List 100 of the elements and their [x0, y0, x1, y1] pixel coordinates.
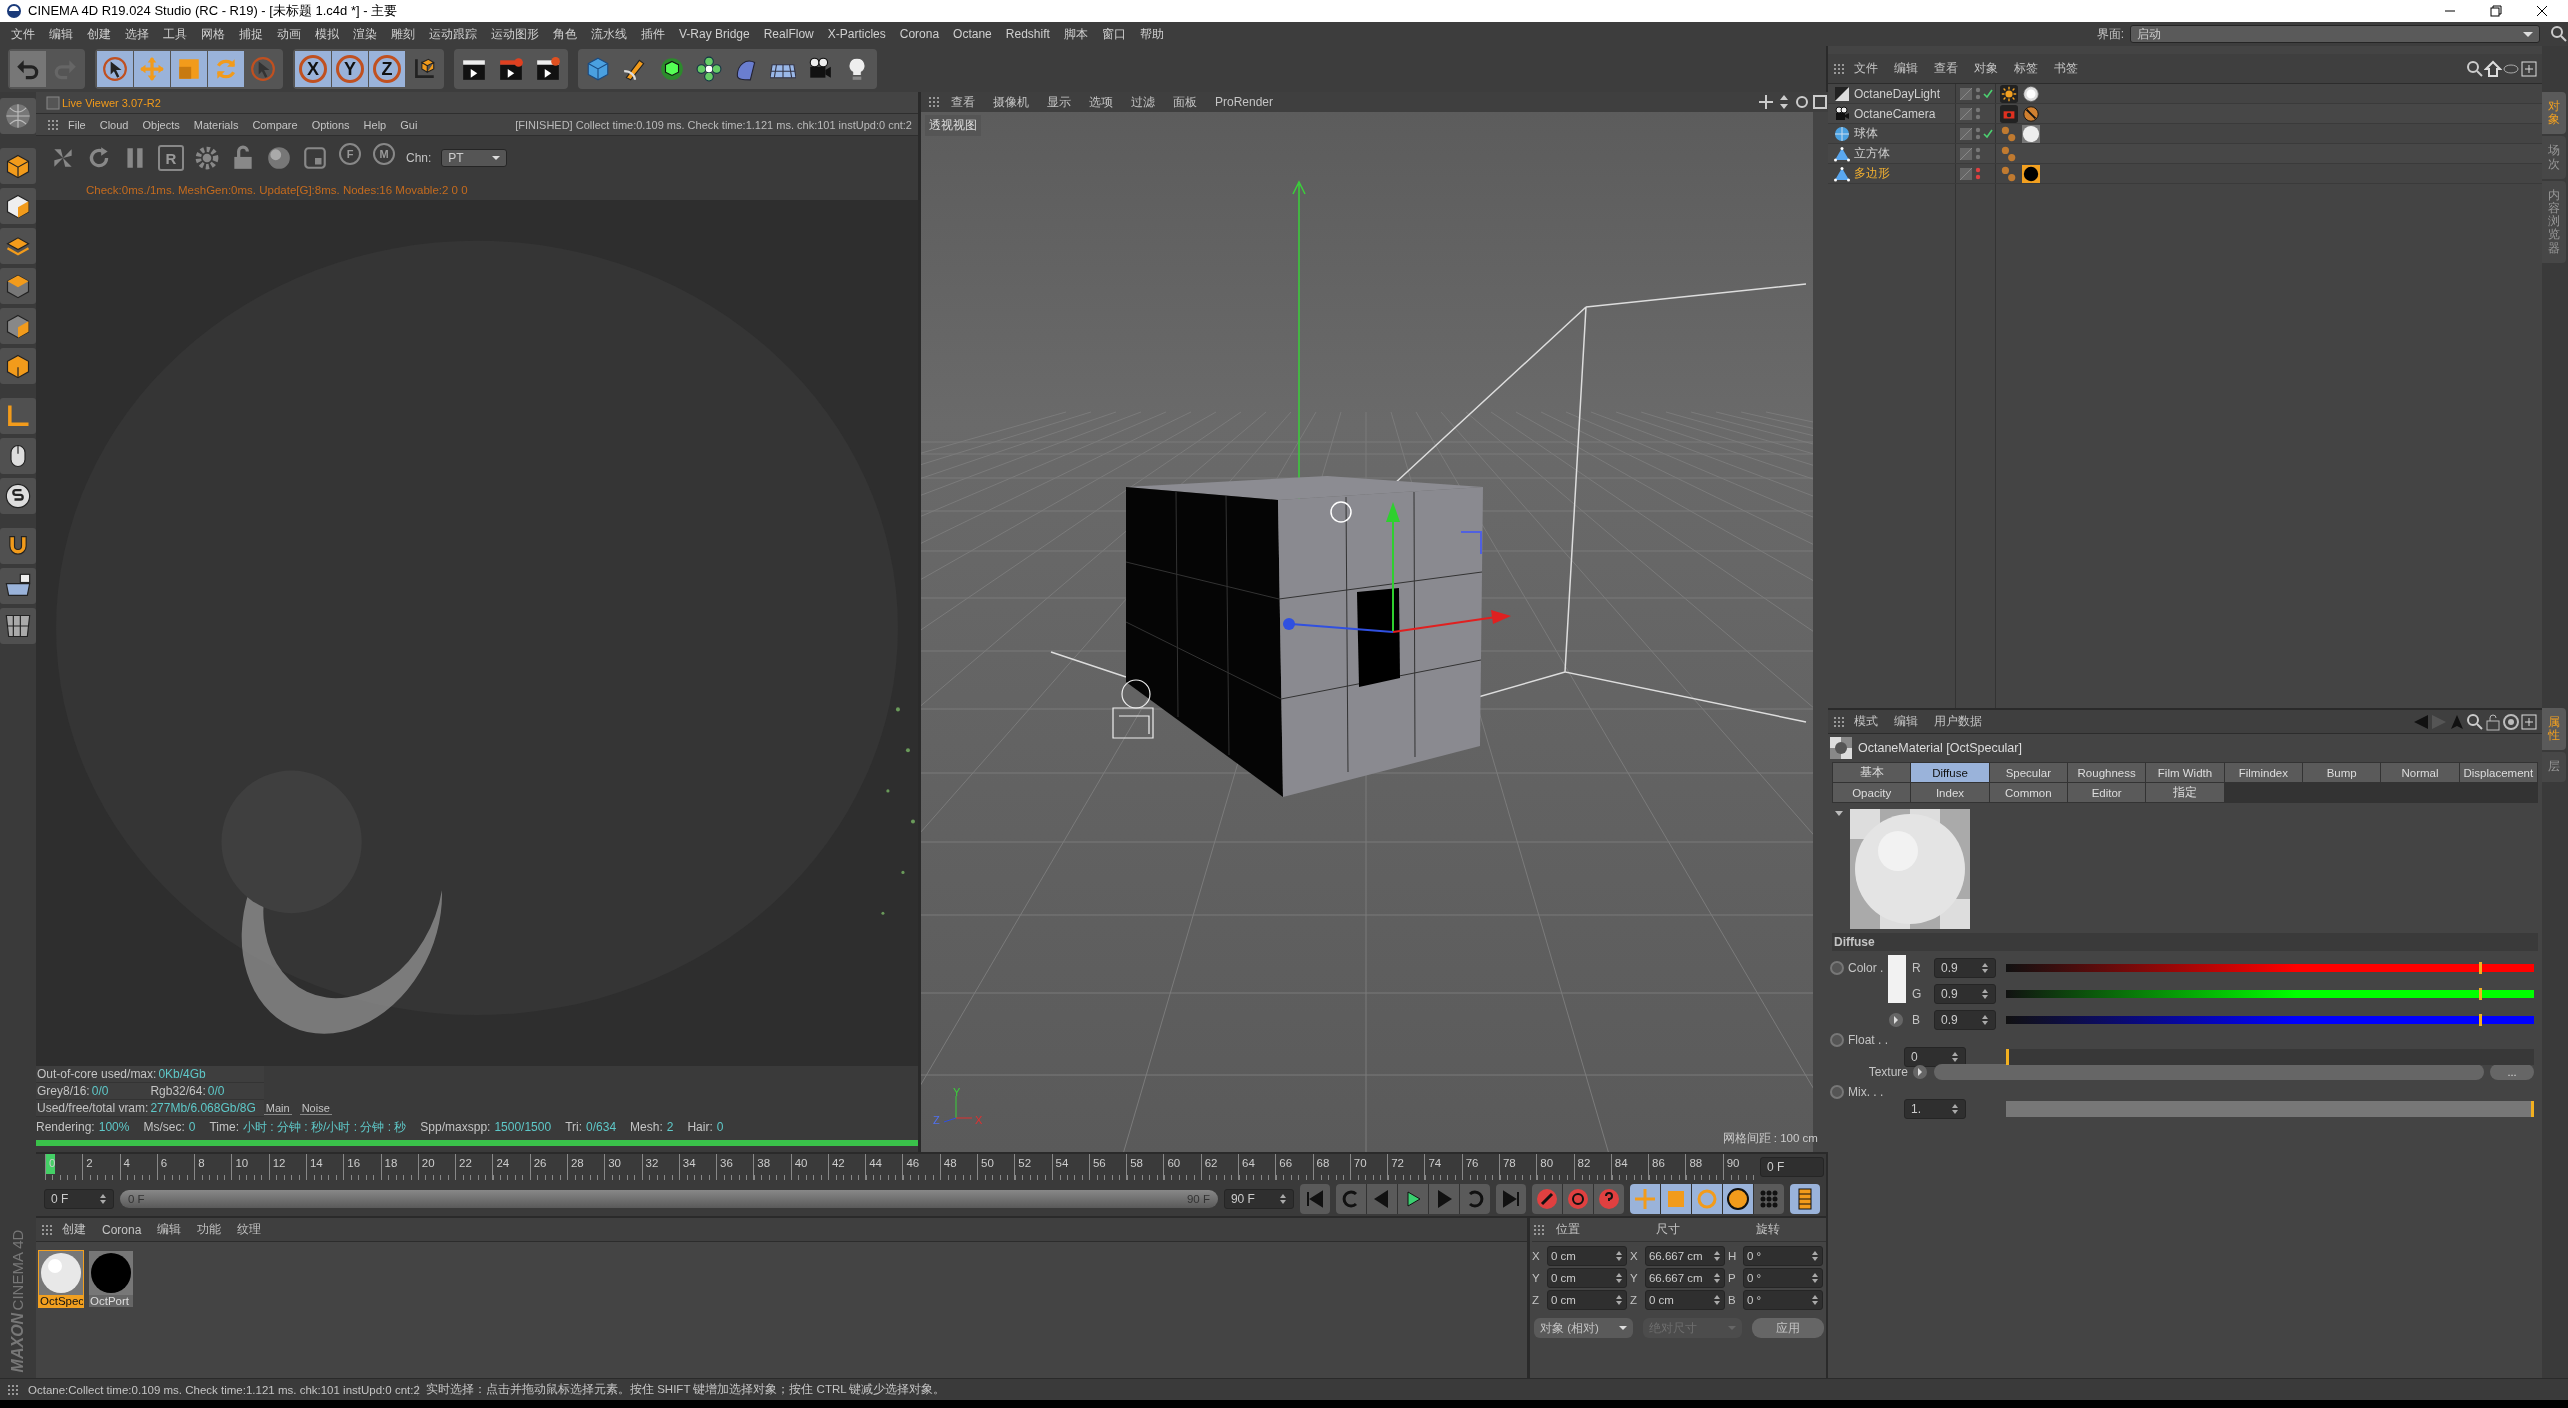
view-tab[interactable]: Noise — [299, 1101, 332, 1115]
menu-item[interactable]: File — [62, 118, 92, 131]
attribute-tab[interactable]: Index — [1911, 783, 1989, 802]
attribute-tab[interactable]: Roughness — [2068, 763, 2146, 782]
value-slider[interactable] — [2006, 1049, 2534, 1065]
lock-icon[interactable] — [2484, 712, 2502, 731]
sphere-icon[interactable] — [266, 145, 292, 171]
coordinate-field[interactable]: 0 ° — [1742, 1290, 1823, 1310]
visibility-dots-icon[interactable] — [1975, 146, 1981, 161]
help-button[interactable] — [1593, 1184, 1624, 1214]
value-field[interactable]: 0 — [1904, 1047, 1966, 1067]
spinner-icon[interactable] — [99, 1193, 107, 1205]
menu-item[interactable]: 模拟 — [308, 25, 346, 43]
attribute-tab[interactable]: Normal — [2381, 763, 2459, 782]
cube-button[interactable] — [0, 308, 36, 344]
cube-button[interactable] — [0, 348, 36, 384]
color-swatch[interactable] — [1888, 955, 1906, 1003]
home-icon[interactable] — [2484, 59, 2502, 78]
menu-item[interactable]: 面板 — [1165, 93, 1205, 111]
checkbox-icon[interactable] — [46, 95, 60, 110]
attribute-tab[interactable]: Opacity — [1833, 783, 1911, 802]
checker-cube-button[interactable] — [0, 188, 36, 224]
menu-item[interactable]: 显示 — [1039, 93, 1079, 111]
spinner-icon[interactable] — [1810, 1272, 1819, 1284]
color-slider[interactable] — [2006, 990, 2534, 998]
value-field[interactable]: 0.9 — [1934, 1010, 1996, 1030]
film-strip-button[interactable] — [1789, 1184, 1820, 1214]
visibility-dots-icon[interactable] — [1975, 106, 1981, 121]
play-button[interactable] — [1397, 1184, 1428, 1214]
spinner-icon[interactable] — [1981, 988, 1989, 1000]
move-key-button[interactable] — [1629, 1184, 1660, 1214]
forbidden-tag-icon[interactable] — [2022, 104, 2040, 123]
menu-item[interactable]: 动画 — [270, 25, 308, 43]
apply-button[interactable]: 应用 — [1752, 1318, 1824, 1338]
object-row[interactable]: OctaneDayLight — [1828, 84, 1956, 103]
menu-item[interactable]: 创建 — [80, 25, 118, 43]
menu-item[interactable]: Octane — [946, 27, 999, 41]
menu-item[interactable]: 流水线 — [584, 25, 634, 43]
side-tab[interactable]: 对象 — [2542, 92, 2566, 135]
menu-item[interactable]: Options — [305, 118, 356, 131]
spinner-icon[interactable] — [1614, 1272, 1623, 1284]
spinner-icon[interactable] — [1810, 1250, 1819, 1262]
menu-item[interactable]: 摄像机 — [985, 93, 1037, 111]
object-row[interactable]: OctaneCamera — [1828, 104, 1956, 123]
side-tab[interactable]: 属性 — [2542, 708, 2566, 751]
menu-item[interactable]: 捕捉 — [232, 25, 270, 43]
frame-icon[interactable] — [302, 145, 328, 171]
menu-item[interactable]: Help — [357, 118, 393, 131]
grip-icon[interactable] — [927, 95, 941, 109]
axis-button[interactable] — [0, 398, 36, 434]
menu-item[interactable]: 运动跟踪 — [422, 25, 484, 43]
attribute-tab[interactable]: Diffuse — [1911, 763, 1989, 782]
slider-thumb[interactable] — [2006, 1049, 2009, 1065]
attribute-tab[interactable]: Specular — [1989, 763, 2067, 782]
axis-lock-button[interactable]: Y — [332, 51, 368, 87]
menu-item[interactable]: 编辑 — [1886, 713, 1926, 730]
grip-icon[interactable] — [1832, 714, 1846, 729]
visibility-dots-icon[interactable] — [1975, 86, 1981, 101]
attribute-tab[interactable]: Bump — [2303, 763, 2381, 782]
menu-item[interactable]: Cloud — [93, 118, 135, 131]
menu-item[interactable]: ProRender — [1207, 95, 1282, 109]
spinner-icon[interactable] — [1981, 1014, 1989, 1026]
pin-button[interactable]: F — [339, 143, 361, 165]
menu-item[interactable]: 标签 — [2006, 60, 2046, 77]
menu-item[interactable]: 书签 — [2046, 60, 2086, 77]
layout-dropdown[interactable]: 启动 — [2130, 25, 2540, 43]
spinner-icon[interactable] — [1981, 962, 1989, 974]
sky-tag-icon[interactable] — [2022, 84, 2040, 103]
menu-item[interactable]: 编辑 — [149, 1221, 190, 1238]
magnet-button[interactable] — [0, 528, 36, 564]
pan-icon[interactable] — [1757, 94, 1774, 110]
menu-item[interactable]: 插件 — [634, 25, 672, 43]
coordinate-field[interactable]: 66.667 cm — [1644, 1246, 1725, 1266]
spinner-icon[interactable] — [1951, 1051, 1959, 1063]
search-icon[interactable] — [2466, 712, 2484, 731]
channel-dropdown[interactable]: PT — [441, 149, 508, 167]
spinner-icon[interactable] — [1712, 1294, 1721, 1306]
spinner-icon[interactable] — [1951, 1103, 1959, 1115]
target-icon[interactable] — [2502, 712, 2520, 731]
menu-item[interactable]: 文件 — [1846, 60, 1886, 77]
step-back-button[interactable] — [1366, 1184, 1397, 1214]
menu-item[interactable]: 角色 — [546, 25, 584, 43]
grip-icon[interactable] — [46, 117, 60, 132]
side-tab[interactable]: 场次 — [2542, 136, 2566, 179]
menu-item[interactable]: V-Ray Bridge — [672, 27, 757, 41]
menu-item[interactable]: 编辑 — [1886, 60, 1926, 77]
search-icon[interactable] — [2550, 25, 2568, 43]
value-field[interactable]: 0.9 — [1934, 958, 1996, 978]
menu-item[interactable]: 模式 — [1846, 713, 1886, 730]
check-icon[interactable] — [1983, 128, 1993, 139]
polygon-button[interactable] — [0, 268, 36, 304]
maximize-icon[interactable] — [1811, 94, 1828, 110]
value-slider[interactable] — [2006, 1101, 2534, 1117]
step-forward-button[interactable] — [1428, 1184, 1459, 1214]
frame-field[interactable]: 90 F — [1223, 1189, 1294, 1209]
object-row[interactable]: 多边形 — [1828, 164, 1956, 183]
layer-icon[interactable] — [1959, 86, 1973, 101]
menu-item[interactable]: 功能 — [189, 1221, 230, 1238]
snap-button[interactable] — [0, 478, 36, 514]
menu-item[interactable]: Gui — [394, 118, 424, 131]
